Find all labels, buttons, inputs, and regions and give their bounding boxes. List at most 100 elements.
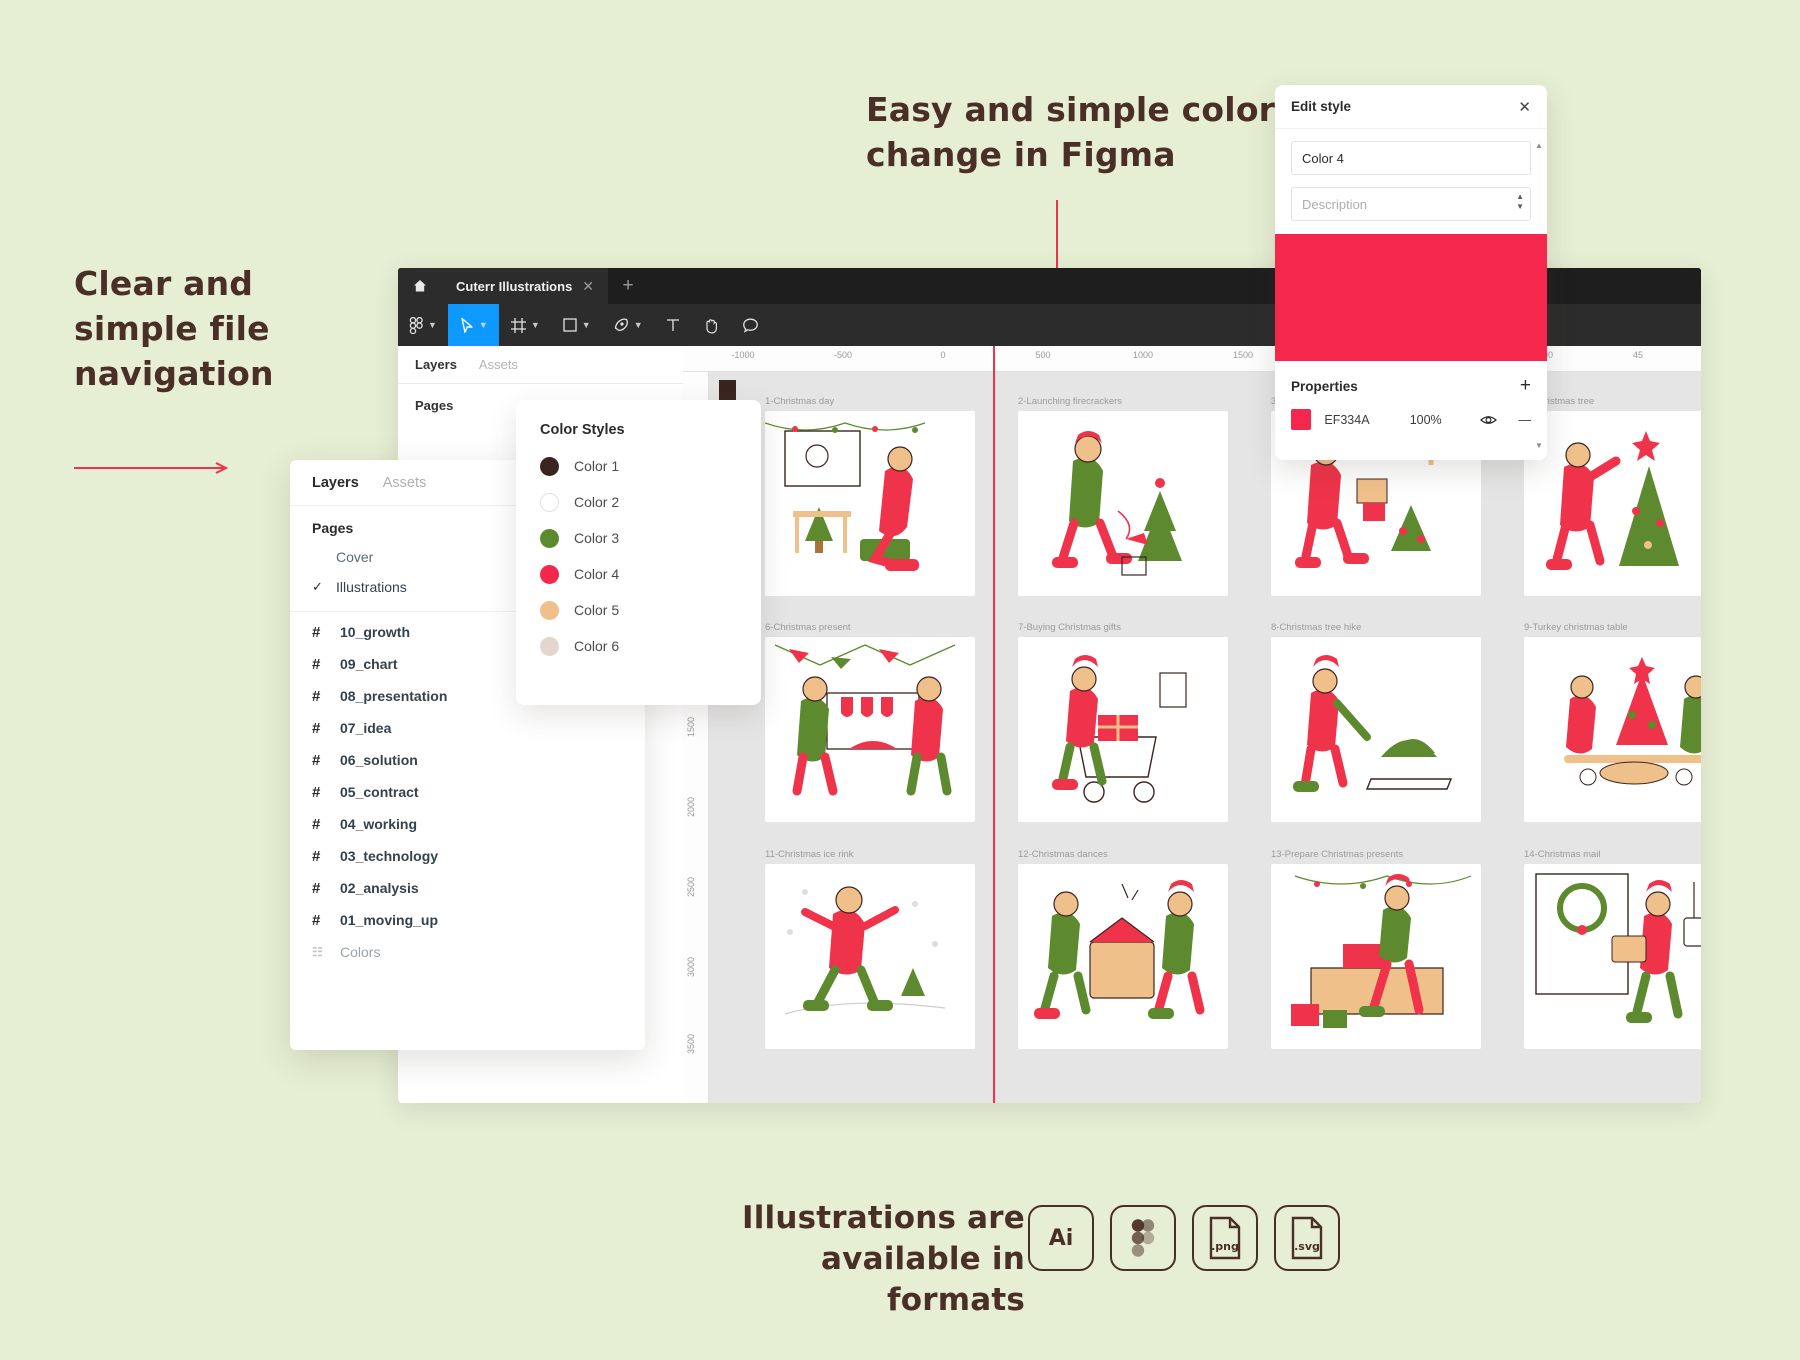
frame-thumbnail	[1018, 864, 1228, 1049]
component-icon: ☷	[312, 944, 323, 959]
frame-thumbnail	[1524, 637, 1701, 822]
pen-icon	[614, 318, 628, 331]
layer-item[interactable]: # 06_solution	[290, 744, 645, 776]
color-style-row[interactable]: Color 3	[516, 520, 761, 556]
stepper-icon[interactable]: ▲ ▼	[1516, 193, 1524, 211]
remove-property-button[interactable]: —	[1519, 413, 1532, 427]
tab-layers[interactable]: Layers	[415, 357, 457, 372]
layers-tab[interactable]: Layers	[312, 475, 359, 491]
move-tool[interactable]: ▼	[447, 304, 499, 346]
property-row[interactable]: EF334A 100% —	[1275, 405, 1547, 430]
figma-canvas[interactable]: -1000 -500 0 500 1000 1500 4000 45 1500 …	[683, 346, 1701, 1103]
frame-tool[interactable]: ▼	[499, 304, 551, 346]
layer-item-label: 05_contract	[340, 784, 419, 800]
frame-item[interactable]: 2-Launching firecrackers	[1018, 396, 1228, 596]
color-swatch-icon	[540, 528, 559, 548]
hand-tool[interactable]	[692, 304, 731, 346]
close-icon[interactable]: ✕	[1518, 98, 1531, 116]
text-icon	[666, 319, 679, 331]
panel-scrollbar[interactable]: ▲ ▼	[1534, 141, 1544, 450]
stepper-up-icon[interactable]: ▲	[1516, 193, 1524, 201]
comment-tool[interactable]	[731, 304, 770, 346]
add-property-button[interactable]: +	[1520, 375, 1531, 397]
promo-top-line-2: change in Figma	[866, 134, 1176, 174]
edit-style-panel: Edit style ✕ Color 4 Description ▲ ▼ Pro…	[1275, 85, 1547, 460]
promo-heading-left: Clear and simple file navigation	[74, 262, 274, 397]
frame-item[interactable]: 13-Prepare Christmas presents	[1271, 849, 1481, 1049]
frame-item[interactable]: 4-Christmas tree	[1524, 396, 1701, 596]
close-tab-icon[interactable]: ✕	[582, 278, 594, 295]
edit-style-title: Edit style	[1291, 99, 1352, 114]
ruler-tick: 45	[1632, 350, 1644, 360]
layer-item-label: 02_analysis	[340, 880, 419, 896]
home-button[interactable]	[398, 268, 442, 304]
promo-bottom-line-2: available in formats	[821, 1241, 1025, 1319]
frame-thumbnail	[765, 411, 975, 596]
layer-item-label: 06_solution	[340, 752, 418, 768]
horizontal-ruler: -1000 -500 0 500 1000 1500 4000 45	[683, 346, 1701, 372]
frame-item[interactable]: 1-Christmas day	[765, 396, 975, 596]
shape-tool[interactable]: ▼	[551, 304, 602, 346]
color-style-row[interactable]: Color 5	[516, 592, 761, 628]
frame-thumbnail	[765, 864, 975, 1049]
style-description-placeholder: Description	[1302, 196, 1368, 212]
home-icon	[414, 280, 426, 292]
stepper-down-icon[interactable]: ▼	[1516, 203, 1524, 211]
frame-thumbnail	[1271, 637, 1481, 822]
color-style-row[interactable]: Color 1	[516, 448, 761, 484]
color-styles-title: Color Styles	[540, 422, 625, 438]
eye-icon[interactable]	[1479, 414, 1497, 426]
scroll-up-icon[interactable]: ▲	[1535, 141, 1543, 150]
text-tool[interactable]	[654, 304, 692, 346]
check-icon: ✓	[312, 579, 323, 594]
tab-assets[interactable]: Assets	[479, 357, 518, 372]
layer-item[interactable]: # 05_contract	[290, 776, 645, 808]
frame-thumbnail	[1018, 637, 1228, 822]
color-style-row[interactable]: Color 6	[516, 628, 761, 664]
file-tab[interactable]: Cuterr Illustrations ✕	[442, 268, 609, 304]
layer-item[interactable]: # 01_moving_up	[290, 904, 645, 936]
color-swatch-icon	[540, 600, 559, 620]
frame-item[interactable]: 7-Buying Christmas gifts	[1018, 622, 1228, 822]
new-tab-button[interactable]: +	[608, 268, 648, 304]
frame-thumbnail	[1271, 864, 1481, 1049]
promo-left-line-3: navigation	[74, 353, 274, 393]
layer-item[interactable]: # 07_idea	[290, 712, 645, 744]
hash-icon: #	[312, 623, 321, 641]
assets-tab[interactable]: Assets	[383, 475, 427, 491]
scroll-down-icon[interactable]: ▼	[1535, 441, 1543, 450]
style-description-input[interactable]: Description ▲ ▼	[1291, 187, 1531, 221]
frame-item[interactable]: 12-Christmas dances	[1018, 849, 1228, 1049]
page-item-label: Illustrations	[336, 579, 407, 595]
promo-left-line-2: simple file	[74, 308, 270, 348]
color-style-label: Color 5	[574, 602, 620, 618]
frame-item[interactable]: 9-Turkey christmas table	[1524, 622, 1701, 822]
frame-item[interactable]: 14-Christmas mail	[1524, 849, 1701, 1049]
pen-tool[interactable]: ▼	[602, 304, 654, 346]
layer-item-label: Colors	[340, 943, 381, 960]
frame-item[interactable]: 6-Christmas present	[765, 622, 975, 822]
layer-item[interactable]: # 04_working	[290, 808, 645, 840]
property-hex: EF334A	[1324, 412, 1370, 427]
frame-item[interactable]: 11-Christmas ice rink	[765, 849, 975, 1049]
ruler-tick-v: 2000	[686, 796, 696, 818]
figma-menu-tool[interactable]: ▼	[398, 304, 448, 346]
color-style-label: Color 2	[574, 494, 620, 510]
frame-item[interactable]: 8-Christmas tree hike	[1271, 622, 1481, 822]
color-style-row[interactable]: Color 4	[516, 556, 761, 592]
color-style-row[interactable]: Color 2	[516, 484, 761, 520]
layer-item-colors[interactable]: ☷ Colors	[290, 936, 645, 967]
style-color-preview[interactable]	[1275, 234, 1547, 361]
layer-item[interactable]: # 02_analysis	[290, 872, 645, 904]
style-name-input[interactable]: Color 4	[1291, 141, 1531, 175]
illustration-art	[1293, 655, 1453, 792]
illustration-art	[1291, 874, 1472, 1028]
layer-item[interactable]: # 03_technology	[290, 840, 645, 872]
promo-heading-bottom: Illustrations are available in formats	[725, 1198, 1025, 1322]
illustration-art	[1546, 431, 1679, 570]
frame-label: 12-Christmas dances	[1018, 849, 1108, 860]
ruler-tick-v: 3000	[686, 956, 696, 978]
file-tab-label: Cuterr Illustrations	[456, 278, 573, 294]
frame-thumbnail	[1018, 411, 1228, 596]
frame-label: 8-Christmas tree hike	[1271, 622, 1362, 633]
